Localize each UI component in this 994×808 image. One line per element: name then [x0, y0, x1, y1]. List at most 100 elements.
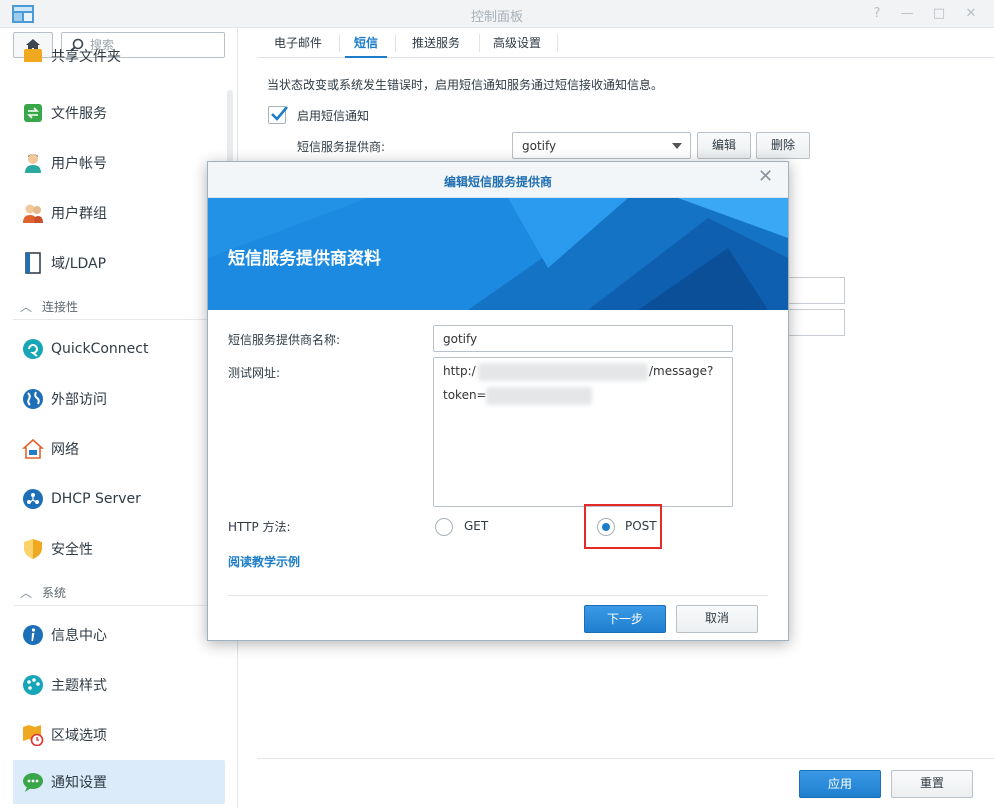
- enable-sms-label: 启用短信通知: [297, 109, 370, 123]
- section-connectivity[interactable]: ︿ 连接性: [20, 298, 78, 315]
- radio-get[interactable]: [435, 518, 453, 536]
- tab-divider: [339, 34, 340, 52]
- sidebar: 共享文件夹 文件服务 用户帐号 用户群组 域/LDAP ︿ 连接性 QuickC…: [0, 28, 238, 808]
- tab-sms[interactable]: 短信: [345, 28, 387, 58]
- test-url-label: 测试网址:: [228, 366, 281, 380]
- quickconnect-icon: [21, 337, 45, 361]
- sidebar-item-user-account[interactable]: 用户帐号: [13, 141, 225, 185]
- tab-divider: [395, 34, 396, 52]
- close-icon[interactable]: ✕: [962, 5, 980, 23]
- http-method-label: HTTP 方法:: [228, 520, 291, 534]
- sidebar-item-label: 用户帐号: [51, 156, 107, 172]
- sidebar-item-label: 域/LDAP: [51, 256, 107, 272]
- file-services-icon: [21, 101, 45, 125]
- close-icon[interactable]: ✕: [758, 168, 774, 186]
- section-label: 系统: [42, 586, 67, 600]
- section-divider: [13, 605, 225, 606]
- provider-select[interactable]: gotify: [512, 132, 691, 159]
- sidebar-item-domain-ldap[interactable]: 域/LDAP: [13, 241, 225, 285]
- sidebar-item-label: 信息中心: [51, 628, 107, 644]
- sidebar-item-quickconnect[interactable]: QuickConnect: [13, 327, 225, 371]
- chevron-up-icon: ︿: [20, 586, 33, 600]
- tutorial-link[interactable]: 阅读教学示例: [228, 553, 300, 570]
- dialog-banner: 短信服务提供商资料: [208, 198, 788, 310]
- window-title: 控制面板: [470, 10, 523, 25]
- footer-divider: [257, 758, 994, 759]
- tab-bar: 电子邮件 短信 推送服务 高级设置: [257, 28, 994, 58]
- sidebar-item-info-center[interactable]: 信息中心: [13, 613, 225, 657]
- sidebar-item-security[interactable]: 安全性: [13, 527, 225, 571]
- annotation-highlight-box: [584, 504, 662, 549]
- background-input[interactable]: [780, 309, 845, 336]
- maximize-icon[interactable]: □: [930, 5, 948, 23]
- sidebar-item-label: 网络: [51, 442, 79, 458]
- url-line-end: /message?: [649, 364, 714, 378]
- chat-bubble-icon: [21, 770, 45, 794]
- sidebar-item-external-access[interactable]: 外部访问: [13, 377, 225, 421]
- domain-ldap-icon: [21, 251, 45, 275]
- dhcp-server-icon: [21, 487, 45, 511]
- sidebar-item-label: DHCP Server: [51, 491, 141, 507]
- sidebar-item-notification[interactable]: 通知设置: [13, 760, 225, 804]
- delete-button[interactable]: 删除: [756, 132, 810, 159]
- sidebar-item-label: 主题样式: [51, 678, 107, 694]
- provider-select-value: gotify: [522, 139, 557, 153]
- enable-sms-checkbox[interactable]: [268, 106, 288, 124]
- shield-icon: [21, 537, 45, 561]
- test-url-textarea[interactable]: http:/ /message? token=: [433, 357, 733, 507]
- edit-provider-dialog: 编辑短信服务提供商 ✕ 短信服务提供商资料 短信服务提供商名称: gotify …: [207, 161, 789, 641]
- dialog-header: 编辑短信服务提供商 ✕: [208, 162, 788, 198]
- checkmark-icon: [271, 106, 288, 121]
- sidebar-item-label: 安全性: [51, 542, 93, 558]
- chevron-up-icon: ︿: [20, 300, 33, 314]
- chevron-down-icon: [672, 143, 682, 149]
- provider-name-value: gotify: [443, 332, 478, 346]
- network-icon: [21, 437, 45, 461]
- sms-description: 当状态改变或系统发生错误时，启用短信通知服务通过短信接收通知信息。: [267, 78, 664, 92]
- sidebar-item-region[interactable]: 区域选项: [13, 713, 225, 757]
- tab-divider: [479, 34, 480, 52]
- banner-title: 短信服务提供商资料: [228, 249, 381, 269]
- sidebar-item-label: 区域选项: [51, 728, 107, 744]
- help-icon[interactable]: ?: [868, 5, 886, 23]
- sidebar-item-user-group[interactable]: 用户群组: [13, 191, 225, 235]
- palette-icon: [21, 673, 45, 697]
- provider-name-label: 短信服务提供商名称:: [228, 333, 341, 347]
- sidebar-item-dhcp-server[interactable]: DHCP Server: [13, 477, 225, 521]
- cancel-button[interactable]: 取消: [676, 605, 758, 633]
- sidebar-top-mask: [0, 62, 226, 78]
- radio-get-label: GET: [464, 519, 489, 533]
- section-divider: [13, 319, 225, 320]
- section-system[interactable]: ︿ 系统: [20, 584, 66, 601]
- next-button[interactable]: 下一步: [584, 605, 666, 633]
- sidebar-item-label: 通知设置: [51, 775, 107, 791]
- sidebar-item-label: 文件服务: [51, 106, 107, 122]
- redacted-region: [486, 387, 592, 405]
- title-bar: 控制面板 ? — □ ✕: [0, 0, 994, 28]
- tab-divider: [557, 34, 558, 52]
- sidebar-item-label: QuickConnect: [51, 341, 149, 357]
- sidebar-item-label: 外部访问: [51, 392, 107, 408]
- redacted-region: [478, 363, 648, 381]
- dialog-footer-divider: [228, 595, 768, 596]
- sidebar-item-file-services[interactable]: 文件服务: [13, 91, 225, 135]
- tab-email[interactable]: 电子邮件: [263, 28, 333, 58]
- globe-icon: [21, 387, 45, 411]
- minimize-icon[interactable]: —: [898, 5, 916, 23]
- url-token-start: token=: [443, 388, 487, 402]
- reset-button[interactable]: 重置: [891, 770, 973, 798]
- dialog-title: 编辑短信服务提供商: [443, 175, 552, 189]
- sidebar-item-theme[interactable]: 主题样式: [13, 663, 225, 707]
- url-line-start: http:/: [443, 364, 476, 378]
- provider-label: 短信服务提供商:: [297, 140, 386, 154]
- sidebar-item-label: 用户群组: [51, 206, 107, 222]
- edit-button[interactable]: 编辑: [697, 132, 751, 159]
- apply-button[interactable]: 应用: [799, 770, 881, 798]
- tab-advanced[interactable]: 高级设置: [489, 28, 545, 58]
- info-icon: [21, 623, 45, 647]
- sidebar-item-network[interactable]: 网络: [13, 427, 225, 471]
- provider-name-input[interactable]: gotify: [433, 325, 733, 352]
- region-clock-icon: [21, 723, 45, 747]
- tab-push-service[interactable]: 推送服务: [405, 28, 467, 58]
- background-input[interactable]: [780, 277, 845, 304]
